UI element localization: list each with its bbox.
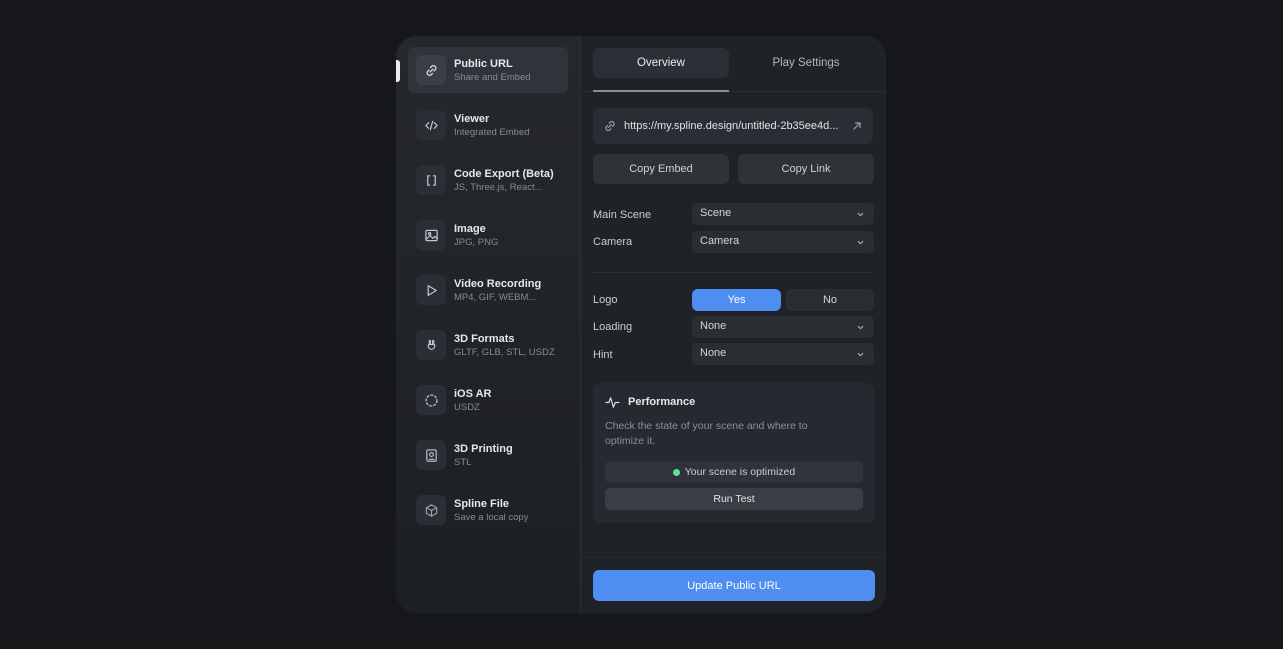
tab-play-settings[interactable]: Play Settings — [738, 48, 874, 78]
sidebar-item-title: Image — [454, 223, 486, 235]
status-dot-icon — [672, 468, 680, 476]
tab-overview[interactable]: Overview — [593, 48, 729, 78]
active-tab-underline — [593, 90, 729, 92]
chevron-down-icon — [857, 352, 864, 357]
performance-status: Your scene is optimized — [605, 461, 863, 483]
sidebar-item-spline-file[interactable]: Spline File Save a local copy — [408, 487, 568, 533]
sidebar-item-title: Viewer — [454, 113, 490, 125]
loading-label: Loading — [593, 321, 633, 333]
ar-icon — [416, 385, 446, 415]
main-scene-select[interactable]: Scene — [692, 203, 874, 225]
printer-icon — [416, 440, 446, 470]
sidebar-item-3d-printing[interactable]: 3D Printing STL — [408, 432, 568, 478]
sidebar-item-subtitle: JPG, PNG — [454, 237, 499, 248]
logo-label: Logo — [593, 294, 618, 306]
export-sidebar: Public URL Share and Embed Viewer Integr… — [396, 36, 581, 613]
section-divider — [593, 272, 873, 273]
copy-embed-button[interactable]: Copy Embed — [593, 154, 729, 184]
performance-status-text: Your scene is optimized — [684, 466, 796, 478]
play-icon — [416, 275, 446, 305]
sidebar-item-code-export[interactable]: Code Export (Beta) JS, Three.js, React..… — [408, 157, 568, 203]
loading-select[interactable]: None — [692, 316, 874, 338]
public-url-field[interactable]: https://my.spline.design/untitled-2b35ee… — [593, 108, 873, 144]
sidebar-item-subtitle: JS, Three.js, React... — [454, 182, 543, 193]
chevron-down-icon — [857, 212, 864, 217]
main-scene-label: Main Scene — [593, 209, 652, 221]
sidebar-item-3d-formats[interactable]: 3D Formats GLTF, GLB, STL, USDZ — [408, 322, 568, 368]
image-icon — [416, 220, 446, 250]
code-icon — [416, 110, 446, 140]
update-public-url-button[interactable]: Update Public URL — [593, 570, 875, 601]
public-url-text: https://my.spline.design/untitled-2b35ee… — [624, 120, 839, 132]
chevron-down-icon — [857, 240, 864, 245]
export-panel: Public URL Share and Embed Viewer Integr… — [396, 36, 886, 613]
footer-divider — [581, 557, 886, 558]
main-content: Overview Play Settings https://my.spline… — [581, 36, 886, 613]
cube-icon — [416, 495, 446, 525]
camera-value: Camera — [700, 235, 740, 247]
run-test-button[interactable]: Run Test — [605, 488, 863, 510]
copy-link-button[interactable]: Copy Link — [738, 154, 874, 184]
brackets-icon — [416, 165, 446, 195]
sidebar-item-ios-ar[interactable]: iOS AR USDZ — [408, 377, 568, 423]
sidebar-item-title: Code Export (Beta) — [454, 168, 554, 180]
sidebar-item-video-recording[interactable]: Video Recording MP4, GIF, WEBM... — [408, 267, 568, 313]
link-icon — [605, 120, 615, 132]
hint-select[interactable]: None — [692, 343, 874, 365]
sidebar-item-title: Spline File — [454, 498, 510, 510]
sidebar-item-title: 3D Formats — [454, 333, 515, 345]
sidebar-item-subtitle: Save a local copy — [454, 512, 529, 523]
sidebar-item-subtitle: Share and Embed — [454, 72, 531, 83]
activity-icon — [605, 397, 620, 408]
sidebar-item-public-url[interactable]: Public URL Share and Embed — [408, 47, 568, 93]
logo-yes-toggle[interactable]: Yes — [692, 289, 781, 311]
sidebar-item-subtitle: USDZ — [454, 402, 480, 413]
performance-title: Performance — [628, 396, 696, 408]
sidebar-item-image[interactable]: Image JPG, PNG — [408, 212, 568, 258]
camera-select[interactable]: Camera — [692, 231, 874, 253]
active-indicator — [396, 60, 400, 82]
rabbit-icon — [416, 330, 446, 360]
main-scene-value: Scene — [700, 207, 732, 219]
sidebar-item-subtitle: Integrated Embed — [454, 127, 530, 138]
sidebar-item-subtitle: STL — [454, 457, 472, 468]
sidebar-item-title: Video Recording — [454, 278, 542, 290]
link-icon — [416, 55, 446, 85]
performance-description: Check the state of your scene and where … — [605, 420, 808, 447]
sidebar-item-title: Public URL — [454, 58, 513, 70]
loading-value: None — [700, 320, 727, 332]
sidebar-item-viewer[interactable]: Viewer Integrated Embed — [408, 102, 568, 148]
hint-value: None — [700, 347, 727, 359]
camera-label: Camera — [593, 236, 633, 248]
sidebar-item-title: iOS AR — [454, 388, 492, 400]
sidebar-item-subtitle: MP4, GIF, WEBM... — [454, 292, 537, 303]
hint-label: Hint — [593, 349, 613, 361]
sidebar-item-title: 3D Printing — [454, 443, 513, 455]
external-link-icon[interactable] — [851, 120, 863, 132]
logo-no-toggle[interactable]: No — [786, 289, 874, 311]
chevron-down-icon — [857, 325, 864, 330]
performance-card: Performance Check the state of your scen… — [593, 383, 875, 523]
sidebar-item-subtitle: GLTF, GLB, STL, USDZ — [454, 347, 555, 358]
